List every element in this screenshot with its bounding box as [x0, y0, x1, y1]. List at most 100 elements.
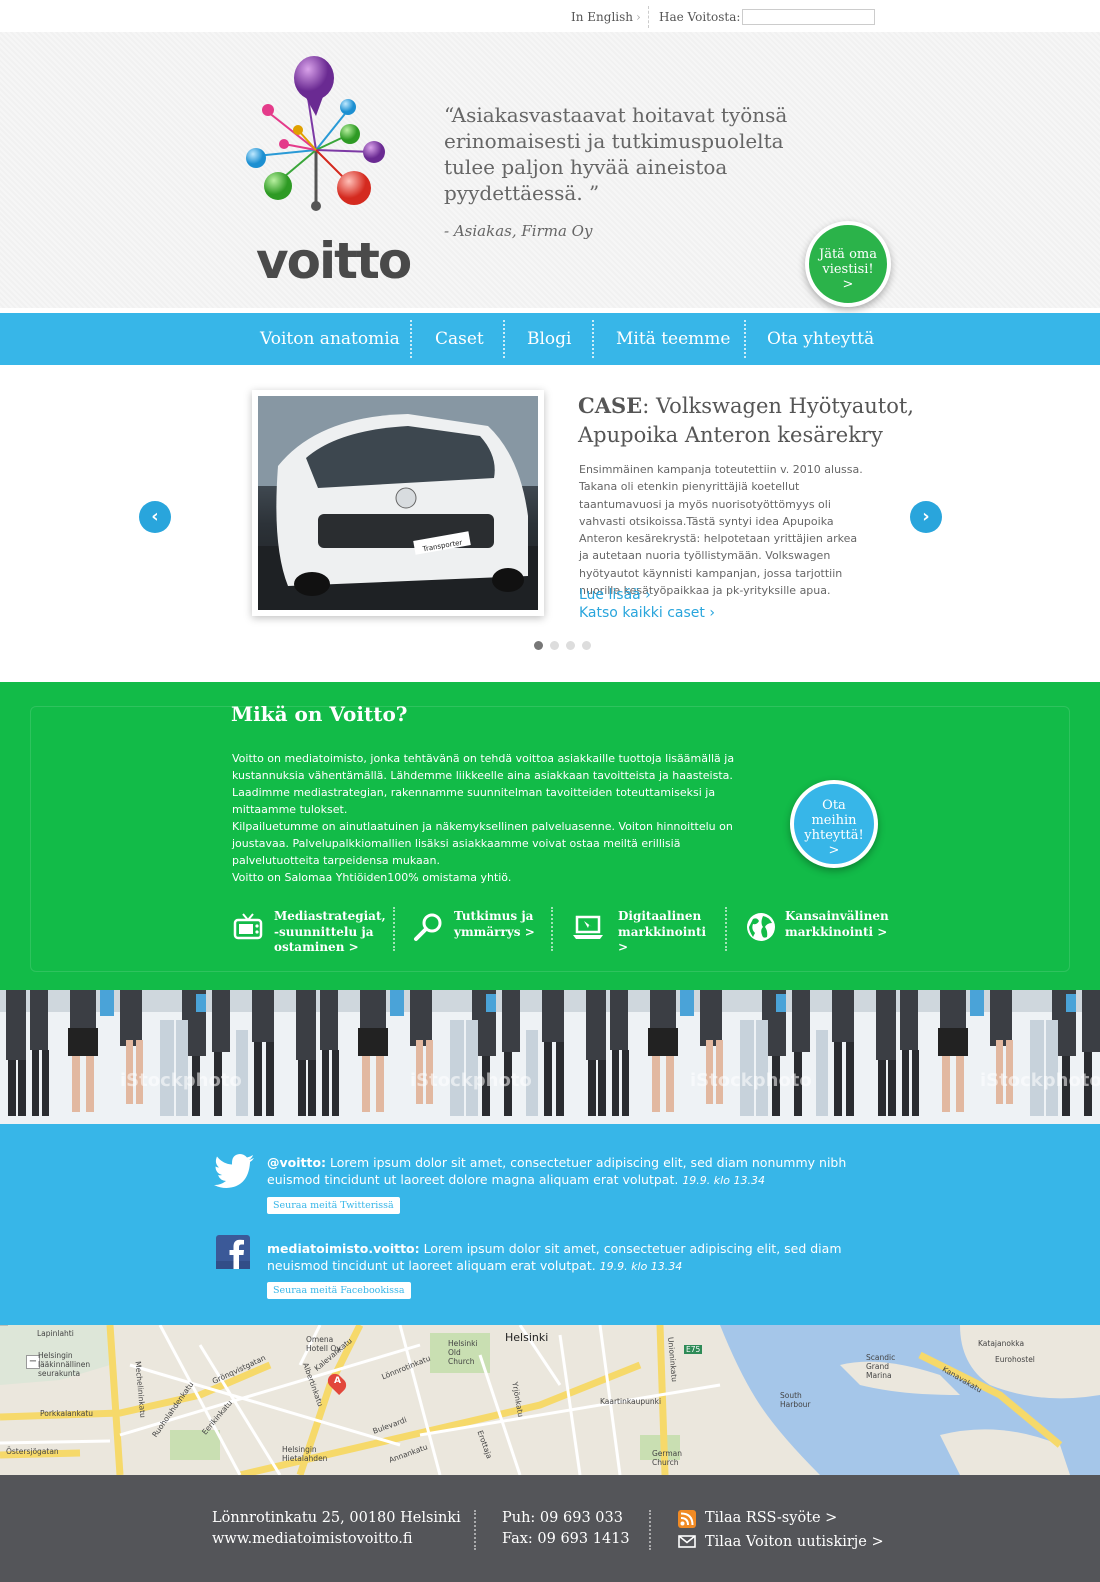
service-divider: [725, 907, 727, 951]
cta-line: yhteyttä!: [804, 828, 864, 843]
all-cases-link[interactable]: Katso kaikki caset ›: [579, 605, 715, 621]
service-international-marketing[interactable]: Kansainvälinen markkinointi >: [745, 907, 895, 957]
footer-website-link[interactable]: www.mediatoimistovoitto.fi: [212, 1529, 413, 1549]
service-label-line: -suunnittelu ja: [274, 924, 374, 939]
next-slide-button[interactable]: ›: [910, 501, 942, 533]
divider: [648, 6, 649, 28]
watermark: iStockphoto: [410, 1070, 532, 1091]
read-more-label: Lue lisää: [579, 587, 641, 603]
nav-divider: [744, 320, 746, 358]
search-input[interactable]: [742, 9, 875, 25]
nav-divider: [503, 320, 505, 358]
hero: voitto “Asiakasvastaavat hoitavat työnsä…: [0, 32, 1100, 308]
language-link[interactable]: In English ›: [571, 10, 641, 24]
footer: Lönnrotinkatu 25, 00180 Helsinki www.med…: [0, 1475, 1100, 1582]
nav-item-blogi[interactable]: Blogi: [527, 313, 571, 365]
magnifier-icon: [414, 913, 442, 941]
social-feed: @voitto: Lorem ipsum dolor sit amet, con…: [0, 1124, 1100, 1325]
footer-address: Lönnrotinkatu 25, 00180 Helsinki: [212, 1510, 461, 1526]
follow-twitter-button[interactable]: Seuraa meitä Twitterissä: [267, 1197, 400, 1214]
location-map[interactable]: − A Lapinlahti Helsingin lääkinnällinen …: [0, 1325, 1100, 1475]
twitter-handle[interactable]: @voitto:: [267, 1155, 326, 1170]
cta-line: Ota: [822, 798, 846, 813]
service-label-line: ostaminen >: [274, 940, 359, 954]
leave-message-button[interactable]: Jätä oma viestisi! >: [805, 221, 891, 307]
service-label-line: Mediastrategiat,: [274, 909, 386, 923]
twitter-time: 19.9. klo 13.34: [682, 1174, 765, 1187]
testimonial-quote: “Asiakasvastaavat hoitavat työnsä erinom…: [444, 103, 788, 205]
watermark: iStockphoto: [120, 1070, 242, 1091]
follow-facebook-button[interactable]: Seuraa meitä Facebookissa: [267, 1282, 411, 1299]
nav-item-voiton-anatomia[interactable]: Voiton anatomia: [260, 313, 400, 365]
map-label: Porkkalankatu: [40, 1409, 94, 1418]
slide-dot[interactable]: [566, 641, 575, 650]
prev-slide-button[interactable]: ‹: [139, 501, 171, 533]
service-label-line: Digitaalinen: [618, 909, 702, 923]
testimonial-author: - Asiakas, Firma Oy: [444, 222, 593, 240]
service-label: Digitaalinen markkinointi >: [618, 909, 712, 956]
map-label: Scandic Grand Marina: [866, 1353, 896, 1380]
newsletter-link[interactable]: Tilaa Voiton uutiskirje >: [705, 1532, 884, 1552]
map-label: Helsingin Hietalahden: [282, 1445, 328, 1463]
read-more-link[interactable]: Lue lisää ›: [579, 587, 651, 603]
case-image[interactable]: Transporter: [252, 390, 544, 616]
footer-divider: [474, 1510, 476, 1550]
language-link-label: In English: [571, 10, 634, 24]
nav-item-caset[interactable]: Caset: [435, 313, 484, 365]
map-label: Katajanokka: [978, 1339, 1025, 1348]
map-label: Helsinki Old Church: [448, 1339, 478, 1366]
chevron-right-icon: ›: [636, 10, 641, 24]
twitter-bird-icon[interactable]: [214, 1154, 254, 1188]
service-label-line: ymmärrys >: [454, 924, 535, 939]
map-label: Helsingin lääkinnällinen seurakunta: [38, 1351, 91, 1378]
chevron-right-icon: >: [828, 843, 840, 858]
slide-dot[interactable]: [582, 641, 591, 650]
service-media-strategy[interactable]: Mediastrategiat, -suunnittelu ja ostamin…: [232, 907, 386, 957]
voitto-logo[interactable]: voitto: [238, 54, 412, 290]
service-label-line: Kansainvälinen: [785, 909, 889, 923]
map-label: Östersjögatan: [6, 1447, 59, 1456]
watermark: iStockphoto: [690, 1070, 812, 1091]
map-label: Omena Hotell Oy: [306, 1335, 341, 1353]
twitter-post: @voitto: Lorem ipsum dolor sit amet, con…: [267, 1154, 872, 1189]
globe-icon: [747, 913, 775, 941]
about-paragraph: Voitto on Salomaa Yhtiöiden100% omistama…: [232, 871, 512, 884]
envelope-icon[interactable]: [678, 1535, 696, 1548]
van-illustration: Transporter: [258, 396, 538, 610]
about-title: Mikä on Voitto?: [231, 702, 408, 726]
facebook-time: 19.9. klo 13.34: [599, 1260, 683, 1273]
people-photo-strip: iStockphoto iStockphoto iStockphoto iSto…: [0, 990, 1100, 1124]
all-cases-label: Katso kaikki caset: [579, 605, 705, 621]
case-slider: ‹ › Transporter CASE: Volkswagen Hyötyau…: [0, 365, 1100, 668]
nav-divider: [410, 320, 412, 358]
nav-item-ota-yhteytta[interactable]: Ota yhteyttä: [767, 313, 874, 365]
cta-line: meihin: [811, 813, 857, 828]
facebook-handle[interactable]: mediatoimisto.voitto:: [267, 1241, 420, 1256]
rss-link[interactable]: Tilaa RSS-syöte >: [705, 1508, 837, 1528]
slide-dot[interactable]: [550, 641, 559, 650]
chevron-right-icon: >: [842, 277, 854, 292]
service-label: Mediastrategiat, -suunnittelu ja ostamin…: [274, 909, 386, 956]
nav-item-mita-teemme[interactable]: Mitä teemme: [616, 313, 730, 365]
footer-fax: Fax: 09 693 1413: [502, 1531, 630, 1547]
case-description: Ensimmäinen kampanja toteutettiin v. 201…: [579, 463, 863, 598]
footer-phone: Puh: 09 693 033: [502, 1510, 623, 1526]
facebook-icon[interactable]: [216, 1235, 250, 1269]
map-label: Kaartinkaupunki: [600, 1397, 662, 1406]
service-divider: [551, 907, 553, 951]
map-label: Helsinki: [505, 1331, 549, 1344]
rss-icon[interactable]: [678, 1510, 696, 1528]
about-paragraph: Voitto on mediatoimisto, jonka tehtävänä…: [232, 752, 735, 816]
map-marker-label: A: [334, 1376, 341, 1386]
laptop-icon: [573, 915, 603, 939]
service-research[interactable]: Tutkimus ja ymmärrys >: [412, 907, 537, 957]
service-label-line: markkinointi >: [785, 924, 888, 939]
service-label: Kansainvälinen markkinointi >: [785, 909, 889, 940]
service-digital-marketing[interactable]: Digitaalinen markkinointi >: [572, 907, 712, 957]
slide-dot[interactable]: [534, 641, 543, 650]
case-label: CASE: [578, 393, 643, 418]
contact-us-button[interactable]: Ota meihin yhteyttä! >: [790, 780, 878, 868]
search-label: Hae Voitosta:: [659, 10, 741, 24]
about-paragraph: Kilpailuetumme on ainutlaatuinen ja näke…: [232, 820, 733, 867]
logo-text: voitto: [256, 232, 412, 290]
